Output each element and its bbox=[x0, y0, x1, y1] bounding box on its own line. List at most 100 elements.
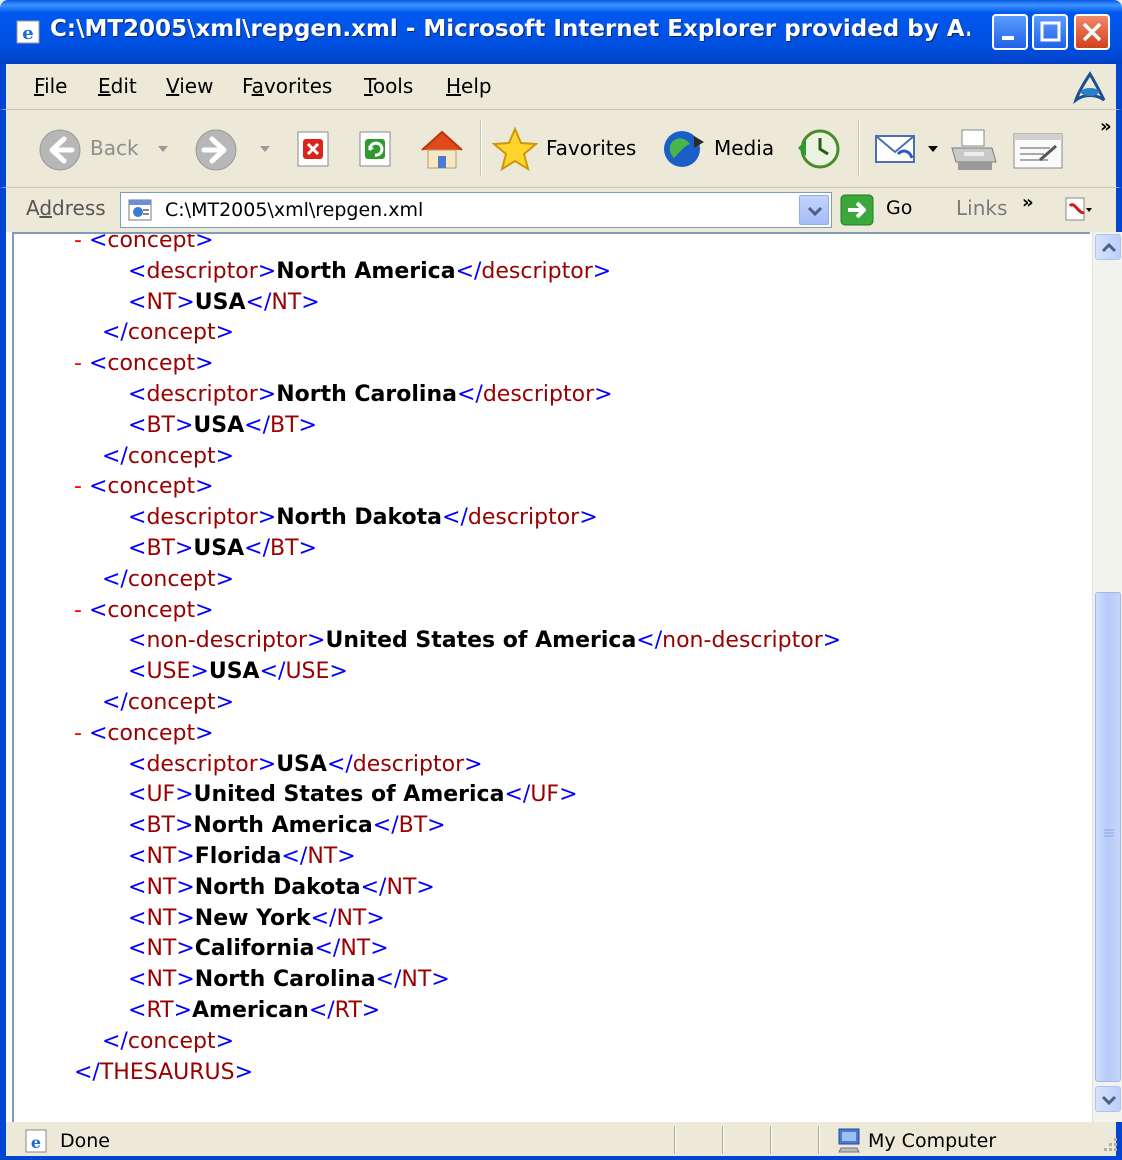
xml-document-view[interactable]: - <concept> <descriptor>North America</de… bbox=[12, 232, 1090, 1122]
xml-text-value: Florida bbox=[194, 844, 282, 869]
pdf-convert-icon[interactable] bbox=[1062, 194, 1094, 226]
xml-bracket: > bbox=[176, 967, 195, 993]
forward-arrow-icon[interactable] bbox=[192, 126, 240, 174]
xml-bracket: < bbox=[128, 258, 147, 284]
favorites-star-icon[interactable] bbox=[492, 126, 538, 172]
xml-tag-name: concept bbox=[107, 351, 196, 377]
favorites-label[interactable]: Favorites bbox=[546, 136, 636, 160]
xml-line[interactable]: - <concept> bbox=[74, 719, 214, 749]
xml-line: <non-descriptor>United States of America… bbox=[128, 626, 841, 656]
scroll-thumb[interactable] bbox=[1095, 592, 1121, 1082]
xml-bracket: > bbox=[594, 382, 613, 407]
security-zone-label: My Computer bbox=[868, 1130, 997, 1152]
xml-tag-name: NT bbox=[146, 905, 177, 931]
xml-bracket: < bbox=[128, 412, 147, 438]
xml-line: <descriptor>USA</descriptor> bbox=[128, 750, 483, 780]
xml-page-icon bbox=[128, 199, 152, 221]
menu-edit[interactable]: Edit bbox=[98, 74, 137, 98]
maximize-button[interactable] bbox=[1032, 14, 1068, 50]
xml-line: </concept> bbox=[102, 1027, 234, 1057]
edit-icon[interactable] bbox=[1010, 130, 1066, 172]
status-separator bbox=[722, 1126, 724, 1154]
xml-line: <descriptor>North America</descriptor> bbox=[128, 257, 611, 287]
xml-bracket: < bbox=[88, 474, 108, 500]
forward-dropdown-icon[interactable] bbox=[258, 144, 272, 154]
mail-dropdown-icon[interactable] bbox=[926, 144, 940, 154]
collapse-toggle-icon[interactable]: - bbox=[74, 721, 89, 746]
mail-icon[interactable] bbox=[872, 128, 922, 170]
refresh-icon[interactable] bbox=[356, 128, 396, 170]
xml-line: <UF>United States of America</UF> bbox=[128, 780, 578, 810]
xml-text-value: North America bbox=[276, 258, 456, 284]
address-dropdown-button[interactable] bbox=[799, 195, 829, 225]
go-arrow-icon[interactable] bbox=[840, 194, 874, 226]
scroll-up-button[interactable] bbox=[1095, 234, 1121, 260]
xml-line[interactable]: - <concept> bbox=[74, 596, 214, 626]
xml-tag-name: NT bbox=[271, 289, 302, 315]
xml-line[interactable]: - <concept> bbox=[74, 234, 214, 256]
back-label[interactable]: Back bbox=[90, 136, 139, 160]
address-input[interactable]: C:\MT2005\xml\repgen.xml bbox=[120, 192, 832, 228]
collapse-toggle-icon[interactable]: - bbox=[74, 351, 89, 376]
xml-text-value: USA bbox=[194, 289, 246, 315]
xml-bracket: > bbox=[195, 720, 214, 746]
collapse-toggle-icon[interactable]: - bbox=[74, 234, 89, 253]
xml-tag-name: descriptor bbox=[481, 258, 593, 284]
xml-tag-name: NT bbox=[386, 874, 417, 900]
links-label[interactable]: Links bbox=[956, 196, 1007, 220]
resize-grip-icon[interactable] bbox=[1100, 1136, 1118, 1154]
xml-bracket: > bbox=[195, 474, 214, 500]
back-dropdown-icon[interactable] bbox=[156, 144, 170, 154]
home-icon[interactable] bbox=[416, 124, 468, 174]
menu-tools[interactable]: Tools bbox=[364, 74, 413, 98]
xml-bracket: > bbox=[174, 813, 194, 839]
xml-bracket: </ bbox=[310, 905, 337, 931]
menu-file[interactable]: File bbox=[34, 74, 67, 98]
xml-bracket: < bbox=[128, 967, 147, 993]
xml-bracket: < bbox=[128, 874, 147, 900]
xml-line[interactable]: - <concept> bbox=[74, 472, 214, 502]
collapse-toggle-icon[interactable]: - bbox=[74, 598, 89, 623]
xml-bracket: </ bbox=[102, 443, 128, 469]
go-button-label[interactable]: Go bbox=[886, 197, 912, 219]
chevron-up-icon bbox=[1101, 242, 1117, 253]
toolbar-overflow-chevron-icon[interactable]: » bbox=[1100, 116, 1112, 137]
xml-bracket: </ bbox=[360, 874, 387, 900]
media-label[interactable]: Media bbox=[714, 136, 774, 160]
xml-bracket: </ bbox=[245, 289, 272, 315]
scroll-down-button[interactable] bbox=[1095, 1086, 1121, 1112]
xml-text-value: USA bbox=[193, 412, 245, 438]
xml-bracket: > bbox=[361, 998, 381, 1023]
xml-bracket: </ bbox=[455, 258, 482, 284]
print-icon[interactable] bbox=[948, 126, 1000, 174]
xml-line: </concept> bbox=[102, 318, 234, 348]
media-icon[interactable] bbox=[660, 126, 708, 172]
xml-line[interactable]: - <concept> bbox=[74, 349, 214, 379]
maximize-icon bbox=[1040, 21, 1061, 42]
xml-bracket: < bbox=[88, 351, 108, 377]
minimize-button[interactable] bbox=[992, 14, 1028, 50]
menu-favorites[interactable]: Favorites bbox=[242, 74, 332, 98]
collapse-toggle-icon[interactable]: - bbox=[74, 474, 89, 499]
xml-bracket: > bbox=[298, 536, 317, 561]
menu-view[interactable]: View bbox=[166, 74, 213, 98]
xml-bracket: > bbox=[298, 412, 317, 438]
close-button[interactable] bbox=[1074, 14, 1110, 50]
xml-tag-name: BT bbox=[146, 813, 175, 839]
stop-icon[interactable] bbox=[294, 128, 334, 170]
xml-line: <NT>New York</NT> bbox=[128, 904, 385, 934]
xml-line: <NT>North Dakota</NT> bbox=[128, 873, 435, 903]
back-arrow-icon[interactable] bbox=[36, 126, 84, 174]
vertical-scrollbar[interactable] bbox=[1092, 232, 1122, 1122]
title-bar[interactable]: e C:\MT2005\xml\repgen.xml - Microsoft I… bbox=[0, 0, 1122, 64]
links-overflow-chevron-icon[interactable]: » bbox=[1022, 192, 1034, 213]
xml-text-value: North Dakota bbox=[276, 505, 443, 531]
history-icon[interactable] bbox=[794, 126, 844, 172]
toolbar-separator bbox=[858, 120, 860, 176]
xml-bracket: > bbox=[822, 628, 842, 654]
xml-bracket: </ bbox=[372, 813, 399, 839]
xml-bracket: > bbox=[427, 813, 446, 839]
xml-tag-name: THESAURUS bbox=[99, 1059, 235, 1085]
address-label: Address bbox=[26, 196, 106, 220]
menu-help[interactable]: Help bbox=[446, 74, 492, 98]
